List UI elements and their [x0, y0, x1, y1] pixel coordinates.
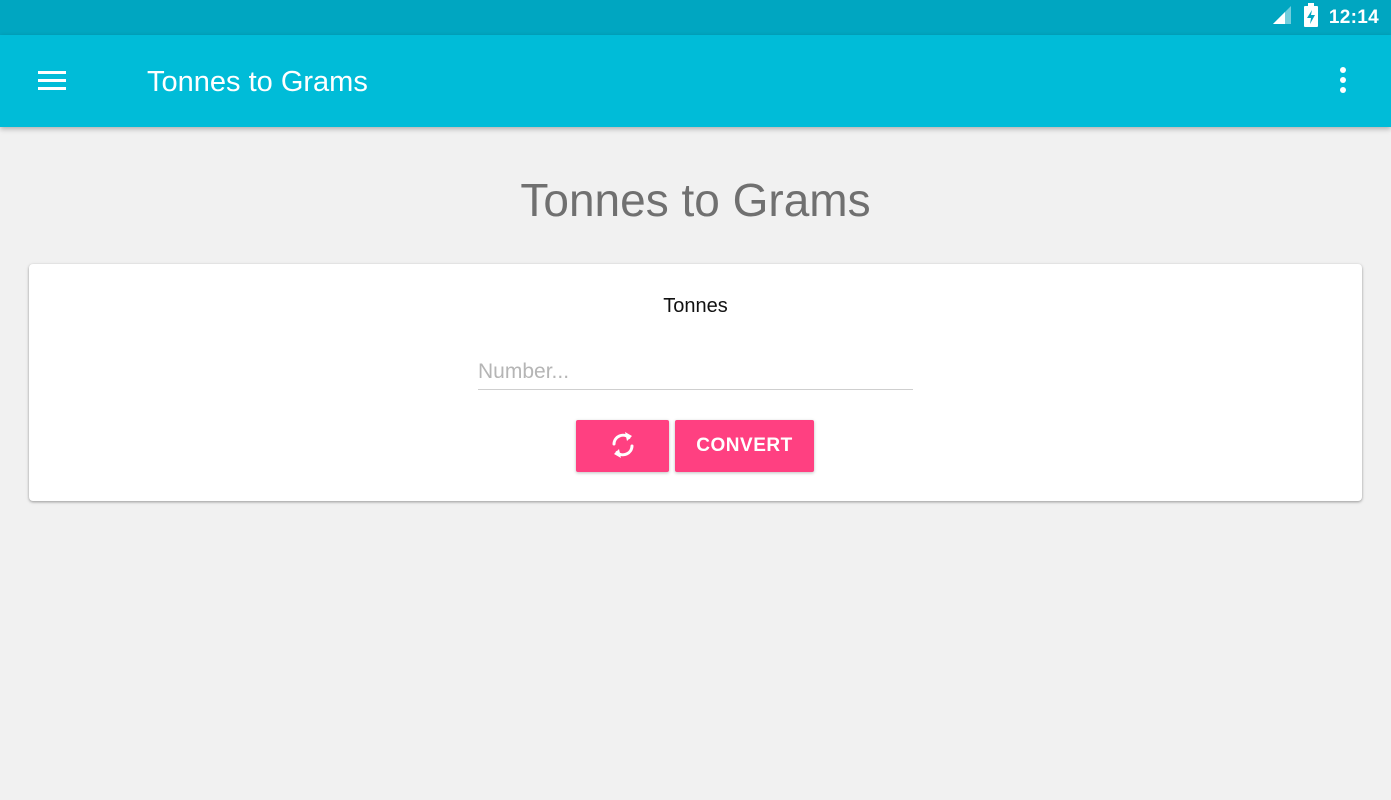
convert-button[interactable]: CONVERT — [675, 420, 814, 472]
converter-card: Tonnes CONVERT — [29, 264, 1362, 501]
more-options-button[interactable] — [1321, 60, 1365, 104]
signal-icon — [1271, 4, 1293, 31]
status-time: 12:14 — [1328, 6, 1379, 28]
menu-button[interactable] — [30, 60, 74, 104]
battery-icon — [1303, 3, 1319, 32]
reset-button[interactable] — [576, 420, 669, 472]
more-vert-icon — [1339, 66, 1347, 99]
app-bar: Tonnes to Grams — [0, 35, 1391, 127]
tonnes-input[interactable] — [478, 354, 913, 390]
status-bar: 12:14 — [0, 0, 1391, 35]
hamburger-menu-icon — [38, 69, 66, 96]
refresh-icon — [608, 429, 638, 464]
tonnes-label: Tonnes — [663, 295, 728, 317]
app-bar-title: Tonnes to Grams — [147, 66, 368, 98]
page-title: Tonnes to Grams — [520, 174, 871, 226]
